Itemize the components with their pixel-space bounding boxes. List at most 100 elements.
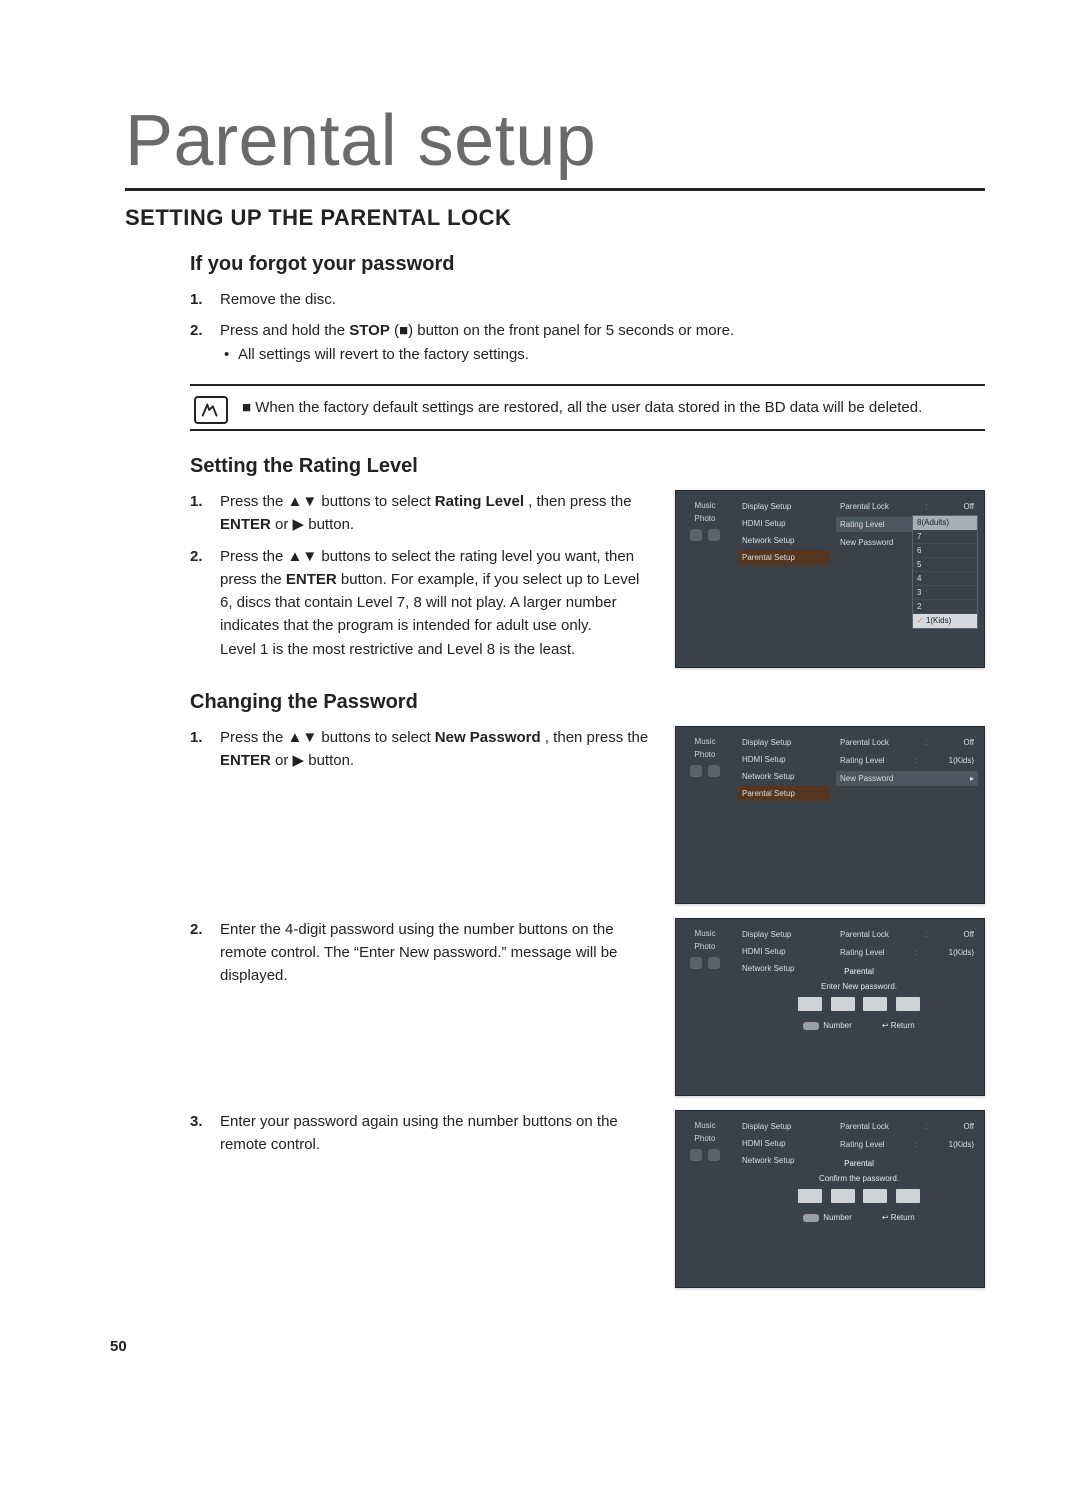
osd-menu-item: Network Setup [738, 533, 830, 548]
step-text: , then press the [528, 493, 631, 510]
gear-icon [708, 529, 720, 541]
page-number: 50 [110, 1338, 985, 1355]
osd-menu-item: Display Setup [738, 1119, 830, 1134]
osd-digit-box [863, 997, 887, 1011]
osd-key-label: Number [823, 1213, 851, 1222]
subsection-rating: Setting the Rating Level [190, 455, 985, 478]
step-text: Remove the disc. [220, 288, 985, 311]
osd-option: 3 [913, 586, 977, 600]
step-text: button on the front panel for 5 seconds … [417, 322, 734, 339]
osd-left-item: Photo [695, 942, 716, 951]
osd-menu-item: Display Setup [738, 735, 830, 750]
osd-menu-item: Display Setup [738, 499, 830, 514]
enter-button-label: ENTER [220, 516, 271, 533]
osd-menu-item: HDMI Setup [738, 516, 830, 531]
osd-rating-level: Music Photo Display Setup HDMI Setup Net… [675, 490, 985, 668]
osd-row: Rating Level:1(Kids) [836, 753, 978, 768]
osd-key-label: Return [891, 1213, 915, 1222]
osd-row: Parental Lock:Off [836, 927, 978, 942]
note-bar: When the factory default settings are re… [190, 384, 985, 431]
media-icon [690, 1149, 702, 1161]
osd-row: Parental Lock:Off [836, 1119, 978, 1134]
osd-modal-message: Confirm the password. [742, 1174, 976, 1183]
osd-option: 7 [913, 530, 977, 544]
osd-left-item: Music [695, 737, 716, 746]
return-icon: ↩ [882, 1021, 891, 1030]
osd-row: Parental Lock:Off [836, 735, 978, 750]
step-text: Press the ▲▼ buttons to select [220, 493, 435, 510]
osd-menu-item-active: Parental Setup [738, 786, 830, 801]
step-number: 3. [190, 1110, 212, 1133]
osd-option: 2 [913, 600, 977, 614]
osd-left-item: Music [695, 929, 716, 938]
step-text: Enter the 4-digit password using the num… [220, 918, 651, 988]
media-icon [690, 765, 702, 777]
page-title: Parental setup [125, 100, 985, 191]
osd-digit-box [798, 997, 822, 1011]
osd-key-label: Number [823, 1021, 851, 1030]
osd-left-item: Music [695, 501, 716, 510]
enter-button-label: ENTER [286, 571, 337, 588]
step-number: 2. [190, 918, 212, 941]
step-note: Level 1 is the most restrictive and Leve… [220, 638, 651, 661]
osd-digit-box [831, 1189, 855, 1203]
media-icon [690, 957, 702, 969]
enter-button-label: ENTER [220, 752, 271, 769]
osd-rating-dropdown: 8(Adults) 7 6 5 4 3 2 1(Kids) [912, 515, 978, 629]
osd-menu-item: Display Setup [738, 927, 830, 942]
osd-digit-box [831, 997, 855, 1011]
step-text: Enter your password again using the numb… [220, 1110, 651, 1157]
step-text: or ▶ button. [275, 752, 354, 769]
gear-icon [708, 957, 720, 969]
stop-icon: (■) [394, 322, 417, 339]
gear-icon [708, 765, 720, 777]
return-icon: ↩ [882, 1213, 891, 1222]
media-icon [690, 529, 702, 541]
step-number: 1. [190, 288, 212, 311]
osd-key-pill [803, 1214, 819, 1222]
osd-enter-password: Music Photo Display Setup HDMI Setup Net… [675, 918, 985, 1096]
step-text: or ▶ button. [275, 516, 354, 533]
osd-menu-item: HDMI Setup [738, 752, 830, 767]
note-icon [194, 396, 228, 424]
osd-key-label: Return [891, 1021, 915, 1030]
stop-button-label: STOP [349, 322, 390, 339]
osd-modal-title: Parental [742, 967, 976, 976]
osd-digit-box [896, 1189, 920, 1203]
step-number: 1. [190, 490, 212, 513]
step-number: 1. [190, 726, 212, 749]
osd-row: Parental Lock:Off [836, 499, 978, 514]
note-text: When the factory default settings are re… [242, 399, 922, 416]
osd-menu-item-active: Parental Setup [738, 550, 830, 565]
osd-option: 5 [913, 558, 977, 572]
osd-row-selected: New Password▸ [836, 771, 978, 786]
step-text: Press and hold the [220, 322, 349, 339]
step-number: 2. [190, 545, 212, 568]
label-new-password: New Password [435, 729, 541, 746]
osd-key-pill [803, 1022, 819, 1030]
subsection-forgot: If you forgot your password [190, 253, 985, 276]
osd-confirm-password: Music Photo Display Setup HDMI Setup Net… [675, 1110, 985, 1288]
osd-menu-item: HDMI Setup [738, 1136, 830, 1151]
osd-left-item: Photo [695, 750, 716, 759]
osd-modal-message: Enter New password. [742, 982, 976, 991]
step-text: Press the ▲▼ buttons to select [220, 729, 435, 746]
osd-modal-title: Parental [742, 1159, 976, 1168]
subsection-changing: Changing the Password [190, 691, 985, 714]
osd-left-item: Photo [695, 1134, 716, 1143]
osd-digit-box [798, 1189, 822, 1203]
osd-row: Rating Level:1(Kids) [836, 945, 978, 960]
osd-left-item: Photo [695, 514, 716, 523]
step-number: 2. [190, 319, 212, 342]
gear-icon [708, 1149, 720, 1161]
osd-digit-box [896, 997, 920, 1011]
osd-option-selected: 1(Kids) [913, 614, 977, 628]
osd-option: 4 [913, 572, 977, 586]
osd-digit-box [863, 1189, 887, 1203]
step-text: , then press the [545, 729, 648, 746]
osd-option: 6 [913, 544, 977, 558]
section-heading: SETTING UP THE PARENTAL LOCK [125, 205, 985, 231]
osd-new-password-select: Music Photo Display Setup HDMI Setup Net… [675, 726, 985, 904]
label-rating-level: Rating Level [435, 493, 524, 510]
osd-left-item: Music [695, 1121, 716, 1130]
